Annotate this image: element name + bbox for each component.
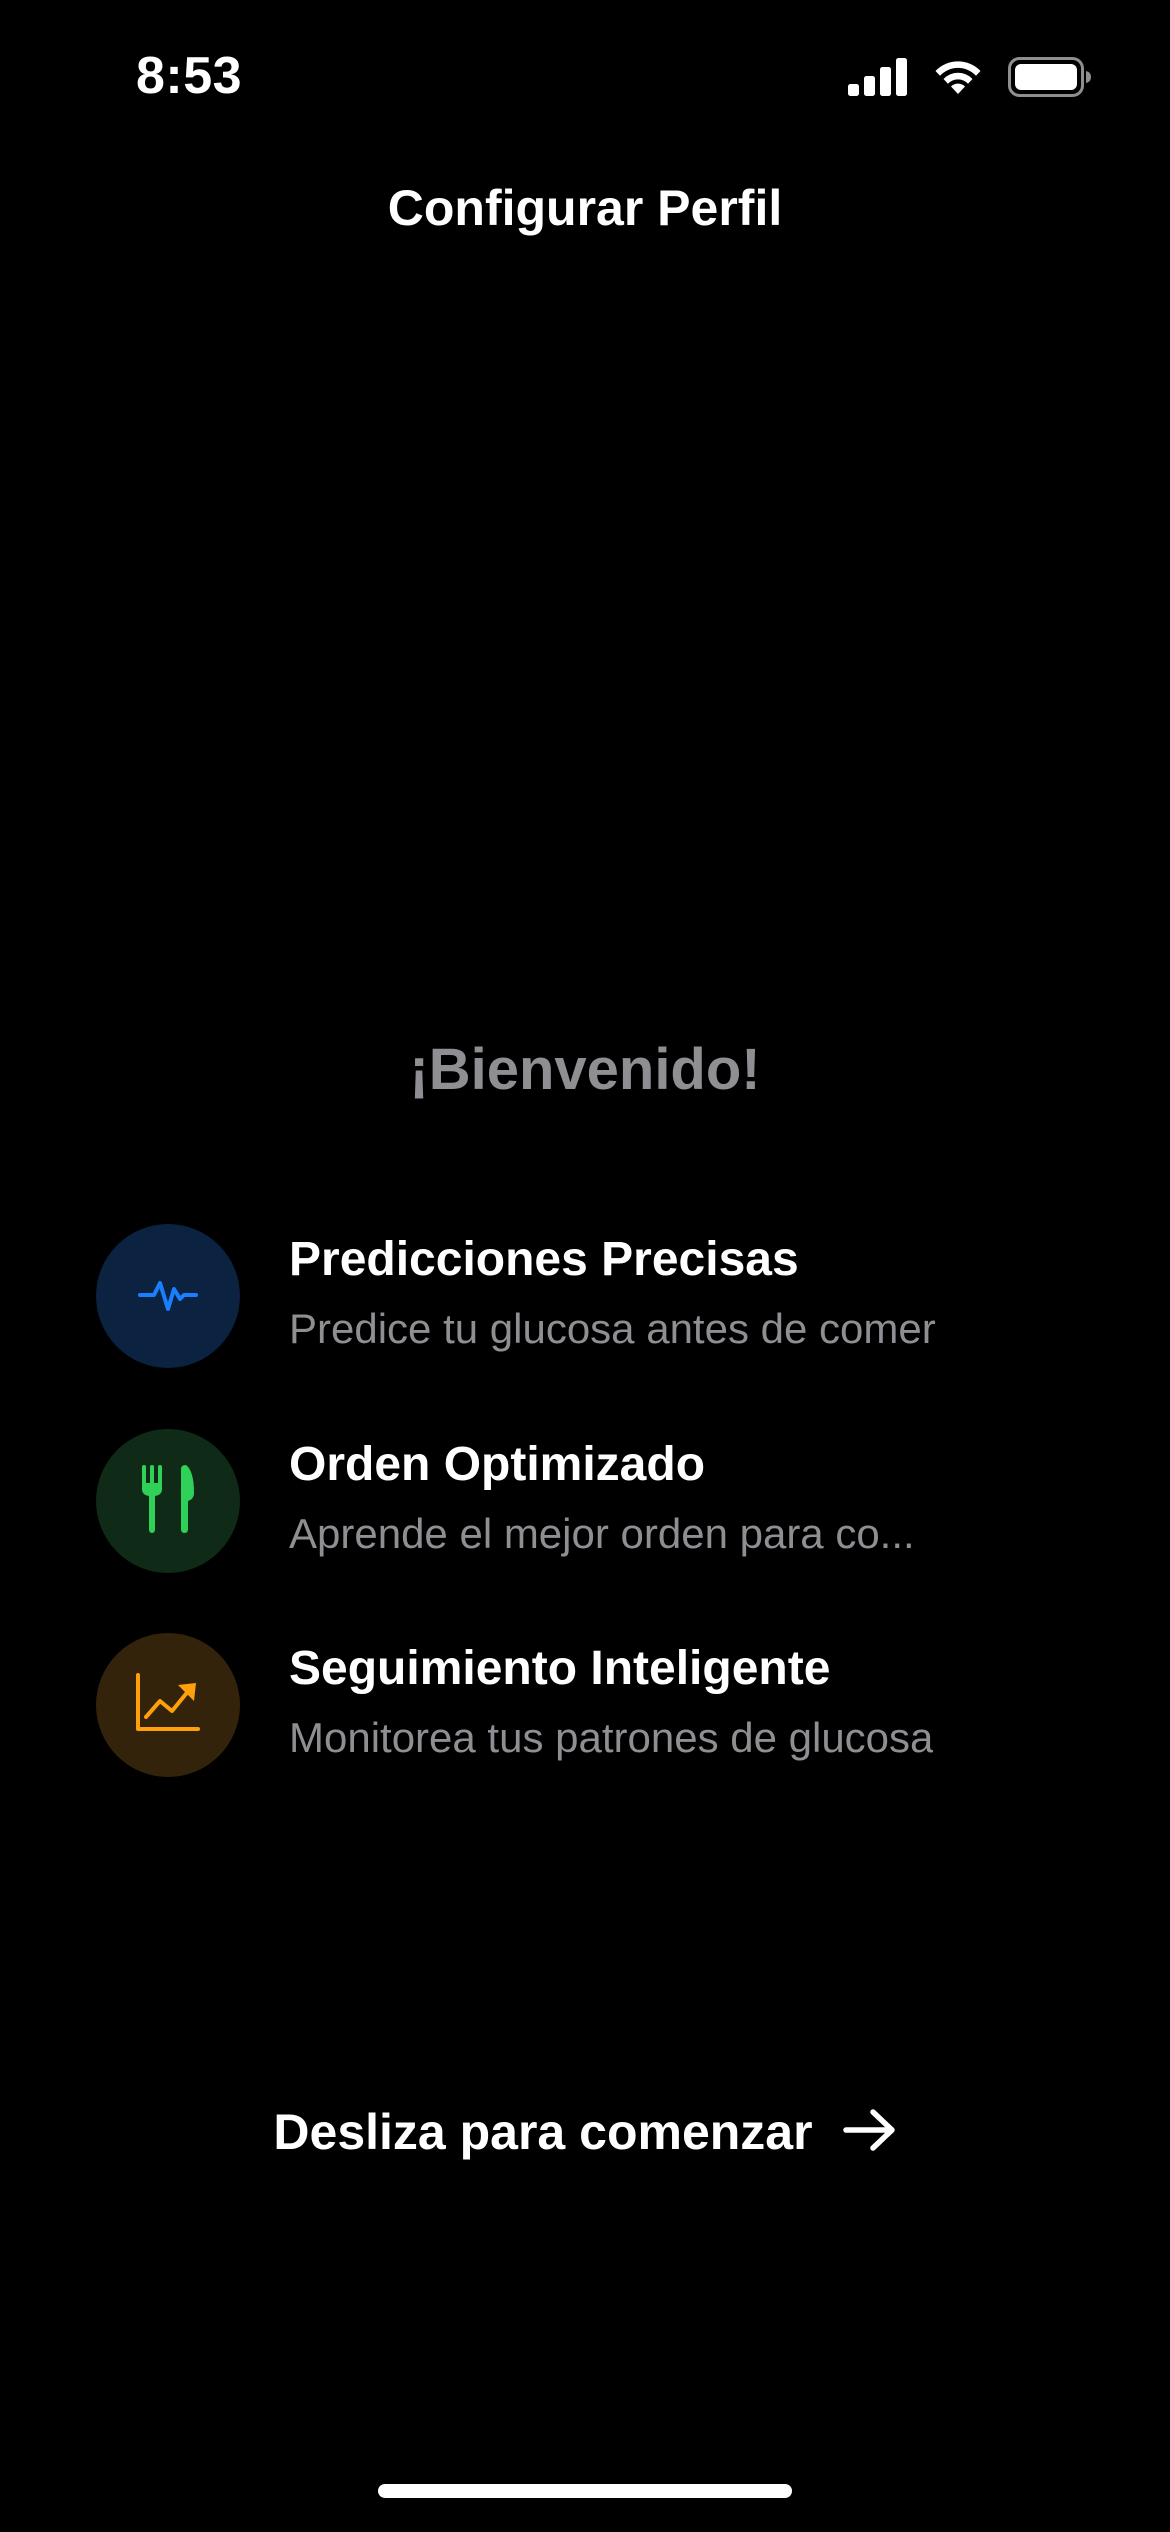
- feature-item-order: Orden Optimizado Aprende el mejor orden …: [96, 1429, 1096, 1575]
- feature-icon-circle: [96, 1429, 240, 1573]
- fork-knife-icon: [136, 1463, 200, 1540]
- feature-icon-circle: [96, 1633, 240, 1777]
- feature-item-tracking: Seguimiento Inteligente Monitorea tus pa…: [96, 1633, 1096, 1779]
- feature-title: Predicciones Precisas: [289, 1233, 799, 1286]
- cta-label: Desliza para comenzar: [273, 2104, 813, 2160]
- feature-description: Monitorea tus patrones de glucosa: [289, 1714, 934, 1761]
- status-icons: [848, 52, 1092, 102]
- welcome-heading: ¡Bienvenido!: [409, 1037, 761, 1102]
- swipe-to-start-button[interactable]: Desliza para comenzar: [0, 2100, 1170, 2164]
- status-time: 8:53: [136, 47, 243, 105]
- wifi-icon: [932, 58, 984, 96]
- feature-item-predictions: Predicciones Precisas Predice tu glucosa…: [96, 1224, 1096, 1370]
- feature-icon-circle: [96, 1224, 240, 1368]
- feature-title: Seguimiento Inteligente: [289, 1642, 831, 1695]
- status-bar: 8:53: [0, 0, 1170, 150]
- trend-chart-icon: [134, 1672, 202, 1738]
- onboarding-screen: 8:53 Configurar Perfil ¡Bienvenido! Pred…: [0, 0, 1170, 2532]
- heartbeat-icon: [136, 1262, 200, 1331]
- home-indicator[interactable]: [378, 2484, 792, 2498]
- feature-title: Orden Optimizado: [289, 1438, 706, 1491]
- page-title: Configurar Perfil: [387, 180, 783, 236]
- feature-description: Predice tu glucosa antes de comer: [289, 1305, 936, 1352]
- cellular-signal-icon: [848, 58, 908, 96]
- feature-description: Aprende el mejor orden para co...: [289, 1510, 915, 1557]
- arrow-right-icon: [842, 2108, 897, 2157]
- battery-icon: [1008, 57, 1092, 97]
